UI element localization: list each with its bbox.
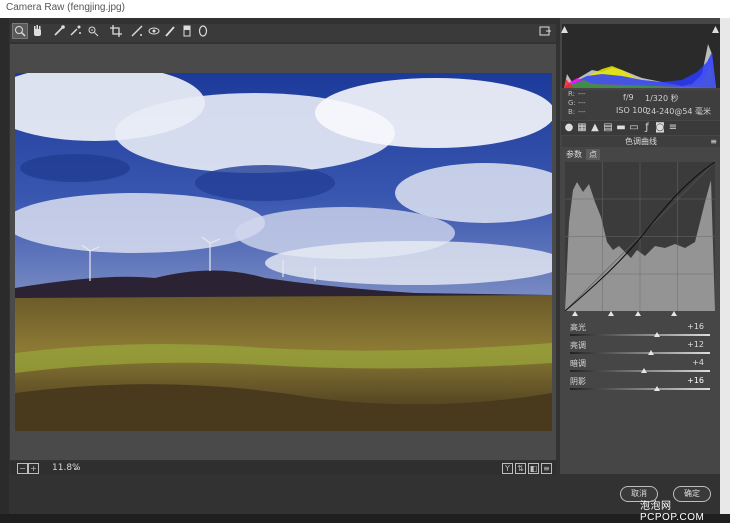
crop-icon <box>110 25 122 37</box>
shadow-clipping-icon[interactable] <box>561 25 568 33</box>
slider-value-highlights[interactable]: +16 <box>674 322 704 331</box>
settings-button[interactable]: ≡ <box>541 463 552 474</box>
presets-panel-icon[interactable]: ≡ <box>667 122 679 134</box>
photo-preview[interactable] <box>15 73 552 431</box>
brush-icon <box>165 26 175 37</box>
straighten-icon <box>131 25 143 37</box>
hand-tool[interactable] <box>30 24 44 38</box>
detail-panel-icon[interactable]: ▲ <box>589 122 601 134</box>
window-title: Camera Raw (fengjing.jpg) <box>6 2 125 13</box>
slider-label-darks: 暗调 <box>570 359 586 368</box>
left-edge <box>0 18 9 514</box>
tab-point[interactable]: 点 <box>586 149 600 160</box>
targeted-adjustment-tool[interactable] <box>86 24 100 38</box>
slider-thumb-lights[interactable] <box>648 350 655 355</box>
tool-bar <box>10 23 556 42</box>
panel-tabs: ● ▦ ▲ ▤ ▬ ▭ ƒ ◙ ≡ <box>561 121 720 135</box>
red-eye-icon <box>148 27 160 35</box>
right-edge <box>720 18 730 514</box>
tab-parametric[interactable]: 参数 <box>563 149 585 160</box>
g-label: G: <box>568 99 576 107</box>
zoom-in-button[interactable]: + <box>28 463 39 474</box>
tone-curve-graph[interactable] <box>564 161 716 312</box>
landscape-photo <box>15 73 552 431</box>
open-preferences-button[interactable] <box>538 24 552 38</box>
watermark-text: 泡泡网 PCPOP.COM <box>640 501 705 523</box>
swap-button[interactable]: ⇅ <box>515 463 526 474</box>
panel-title-text: 色调曲线 <box>625 137 657 146</box>
camera-calibration-panel-icon[interactable]: ◙ <box>654 122 666 134</box>
radial-filter-tool[interactable] <box>196 24 210 38</box>
slider-label-shadows: 阴影 <box>570 377 586 386</box>
zoom-tool[interactable] <box>12 23 28 39</box>
split-toning-panel-icon[interactable]: ▬ <box>615 122 627 134</box>
crop-tool[interactable] <box>109 24 123 38</box>
slider-label-lights: 亮调 <box>570 341 586 350</box>
white-balance-tool[interactable] <box>52 24 66 38</box>
r-label: R: <box>568 90 576 98</box>
zoom-dropdown-icon[interactable]: ⌄ <box>72 461 80 475</box>
iso: ISO 100 <box>616 106 648 115</box>
aperture: f/9 <box>623 93 634 102</box>
straighten-tool[interactable] <box>130 24 144 38</box>
y-button[interactable]: Y <box>502 463 513 474</box>
zoom-icon <box>15 26 26 37</box>
lens-corrections-panel-icon[interactable]: ▭ <box>628 122 640 134</box>
slider-value-shadows[interactable]: +16 <box>674 376 704 385</box>
lens-info: 24-240@54 毫米 <box>646 107 712 116</box>
basic-panel-icon[interactable]: ● <box>563 122 575 134</box>
bottom-bar: − + 11.8% ⌄ Y ⇅ ◧ ≡ <box>10 461 556 475</box>
red-eye-tool[interactable] <box>147 24 161 38</box>
split-point-darks[interactable] <box>608 311 614 316</box>
graduated-filter-icon <box>183 25 191 37</box>
zoom-out-button[interactable]: − <box>17 463 28 474</box>
fx-panel-icon[interactable]: ƒ <box>641 122 653 134</box>
slider-label-highlights: 高光 <box>570 323 586 332</box>
slider-track-highlights[interactable] <box>570 334 710 336</box>
hand-icon <box>34 25 41 36</box>
slider-thumb-shadows[interactable] <box>653 386 660 391</box>
split-point-lights[interactable] <box>635 311 641 316</box>
b-value: --- <box>578 108 586 116</box>
split-point-highlights[interactable] <box>671 311 677 316</box>
graduated-filter-tool[interactable] <box>180 24 194 38</box>
panel-menu-icon[interactable]: ≡ <box>710 136 717 147</box>
split-point-shadows[interactable] <box>572 311 578 316</box>
color-sampler-tool[interactable] <box>68 24 82 38</box>
target-adjust-icon <box>88 26 99 37</box>
shutter-speed: 1/320 秒 <box>645 94 679 103</box>
export-icon <box>539 26 551 36</box>
slider-value-darks[interactable]: +4 <box>674 358 704 367</box>
slider-track-darks[interactable] <box>570 370 710 372</box>
title-bar: Camera Raw (fengjing.jpg) <box>0 0 730 19</box>
color-sampler-icon <box>70 25 81 36</box>
r-value: --- <box>578 90 586 98</box>
tone-curve-panel-icon[interactable]: ▦ <box>576 122 588 134</box>
hsl-panel-icon[interactable]: ▤ <box>602 122 614 134</box>
panel-title: 色调曲线 ≡ <box>562 136 720 147</box>
histogram <box>561 24 720 88</box>
slider-thumb-highlights[interactable] <box>653 332 660 337</box>
adjustment-brush-tool[interactable] <box>163 24 177 38</box>
slider-track-lights[interactable] <box>570 352 710 354</box>
slider-value-lights[interactable]: +12 <box>674 340 704 349</box>
slider-thumb-darks[interactable] <box>641 368 648 373</box>
slider-track-shadows[interactable] <box>570 388 710 390</box>
eyedropper-icon <box>54 25 65 36</box>
highlight-clipping-icon[interactable] <box>712 25 719 33</box>
g-value: --- <box>578 99 586 107</box>
before-after-button[interactable]: ◧ <box>528 463 539 474</box>
b-label: B: <box>568 108 576 116</box>
radial-filter-icon <box>198 25 208 37</box>
